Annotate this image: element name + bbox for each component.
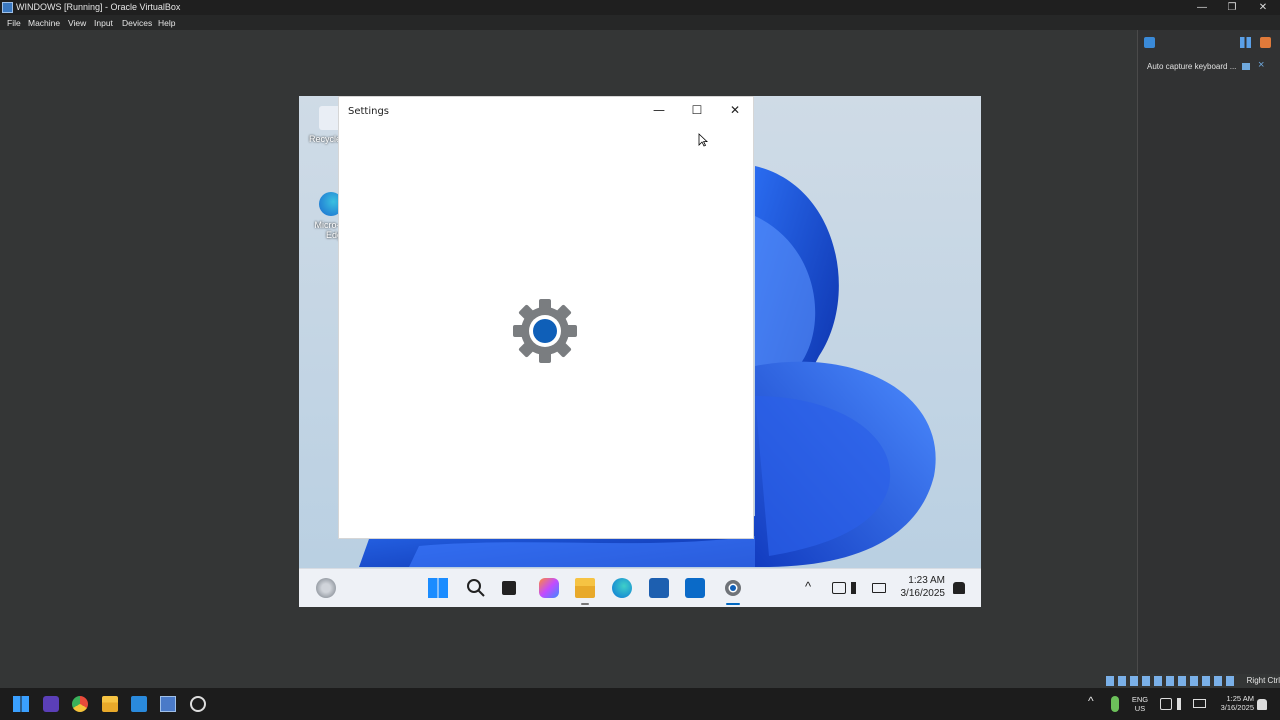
language-code: ENG	[1131, 695, 1149, 704]
explorer-running-indicator	[581, 603, 589, 605]
keyboard-layout: US	[1134, 704, 1146, 713]
task-view-icon[interactable]	[502, 581, 516, 595]
settings-window[interactable]: Settings — ☐ ✕	[338, 96, 754, 539]
network-icon[interactable]	[1160, 698, 1172, 710]
menu-bar: File Machine View Input Devices Help	[0, 15, 1280, 30]
settings-minimize-button[interactable]: —	[641, 97, 677, 123]
speaker-icon[interactable]	[1177, 698, 1187, 710]
microphone-icon[interactable]	[1111, 696, 1119, 712]
outlook-icon[interactable]	[685, 578, 705, 598]
host-titlebar: WINDOWS [Running] - Oracle VirtualBox — …	[0, 0, 1280, 15]
menu-help[interactable]: Help	[158, 18, 175, 28]
store-icon[interactable]	[649, 578, 669, 598]
vm-screen[interactable]: Recycle Micro- Edg Settings — ☐ ✕ ^ 1:23…	[299, 96, 981, 607]
settings-gear-icon	[513, 299, 577, 363]
host-clock-date: 3/16/2025	[1220, 703, 1254, 712]
host-clock-time: 1:25 AM	[1226, 694, 1254, 703]
menu-input[interactable]: Input	[94, 18, 113, 28]
menu-devices[interactable]: Devices	[122, 18, 152, 28]
vm-status-bar: Right Ctrl	[1106, 675, 1280, 687]
window-title: WINDOWS [Running] - Oracle VirtualBox	[16, 2, 181, 12]
desktop-icon-label: Recycle	[308, 134, 341, 144]
vscode-icon[interactable]	[131, 696, 147, 712]
close-button[interactable]: ✕	[1248, 0, 1278, 15]
folder-icon[interactable]	[102, 696, 118, 712]
host-key-label: Right Ctrl	[1246, 676, 1280, 685]
menu-machine[interactable]: Machine	[28, 18, 60, 28]
menu-view[interactable]: View	[68, 18, 86, 28]
notice-close-button[interactable]: ×	[1258, 59, 1264, 71]
menu-file[interactable]: File	[7, 18, 21, 28]
pin-icon[interactable]	[1242, 63, 1250, 70]
virtualbox-app-icon	[2, 2, 13, 13]
tray-chevron-icon[interactable]: ^	[805, 579, 811, 594]
settings-splash-gear	[511, 297, 579, 370]
weather-icon[interactable]	[316, 578, 336, 598]
edge-icon[interactable]	[612, 578, 632, 598]
file-explorer-icon[interactable]	[575, 578, 595, 598]
vm-taskbar: ^ 1:23 AM 3/16/2025	[299, 568, 981, 607]
virtualbox-icon[interactable]	[160, 696, 176, 712]
notification-bell-icon[interactable]	[1257, 699, 1267, 710]
input-language[interactable]: ENG US	[1128, 695, 1152, 713]
host-taskbar: ^ ENG US 1:25 AM 3/16/2025	[0, 688, 1280, 720]
chrome-icon[interactable]	[72, 696, 88, 712]
vm-clock-date[interactable]: 3/16/2025	[895, 588, 946, 599]
battery-icon[interactable]	[872, 583, 886, 593]
settings-maximize-button[interactable]: ☐	[679, 97, 715, 123]
mouse-cursor-icon	[698, 133, 708, 147]
auto-capture-notice: Auto capture keyboard ...	[1147, 62, 1237, 71]
obs-icon[interactable]	[43, 696, 59, 712]
recorder-icon[interactable]	[190, 696, 206, 712]
panel-toggle-icon[interactable]	[1240, 37, 1251, 48]
settings-active-indicator	[726, 603, 740, 605]
host-tray-chevron-icon[interactable]: ^	[1088, 695, 1094, 707]
host-clock[interactable]: 1:25 AM 3/16/2025	[1210, 694, 1254, 712]
copilot-icon[interactable]	[539, 578, 559, 598]
bell-icon[interactable]	[953, 582, 965, 594]
panel-settings-icon[interactable]	[1260, 37, 1271, 48]
settings-icon[interactable]	[723, 578, 743, 598]
windows-start-icon[interactable]	[428, 578, 448, 598]
speaker-icon[interactable]	[851, 582, 865, 594]
settings-close-button[interactable]: ✕	[717, 97, 753, 123]
battery-icon[interactable]	[1193, 699, 1206, 708]
restore-button[interactable]: ❐	[1217, 0, 1247, 15]
device-status-icons[interactable]	[1106, 676, 1236, 686]
search-icon[interactable]	[466, 578, 486, 598]
settings-window-title: Settings	[348, 106, 390, 117]
message-icon[interactable]	[1144, 37, 1155, 48]
minimize-button[interactable]: —	[1187, 0, 1217, 15]
network-icon[interactable]	[832, 582, 846, 594]
vm-clock-time[interactable]: 1:23 AM	[895, 575, 945, 586]
notification-panel	[1137, 30, 1280, 674]
windows-start-icon[interactable]	[13, 696, 29, 712]
